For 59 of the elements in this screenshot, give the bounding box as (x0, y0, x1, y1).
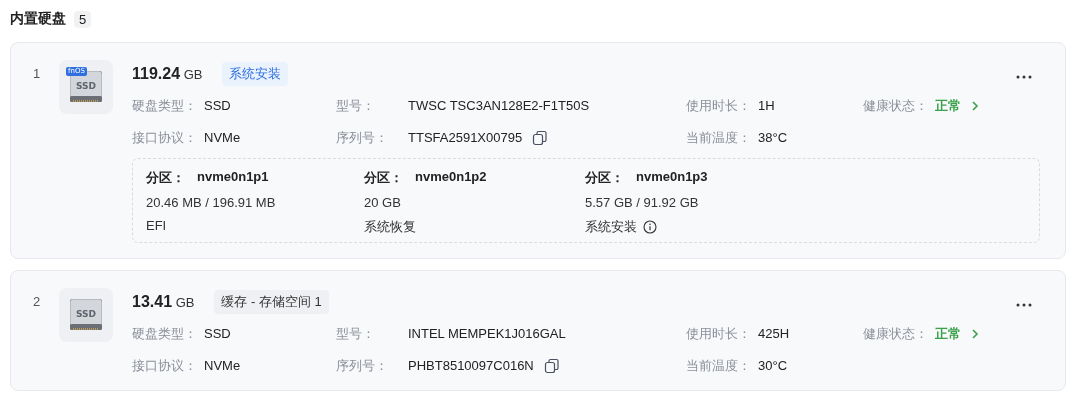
disk-count: 5 (74, 10, 92, 28)
partition-name: nvme0n1p2 (415, 169, 487, 186)
disk-tag: 系统安装 (222, 62, 289, 86)
field-value: NVMe (204, 358, 241, 373)
partition-purpose: EFI (146, 218, 167, 233)
field-label: 使用时长： (686, 324, 752, 343)
field-label: 当前温度： (686, 128, 752, 147)
field-label: 硬盘类型： (132, 96, 198, 115)
copy-icon[interactable] (532, 129, 549, 146)
chevron-right-icon[interactable] (971, 328, 979, 339)
section-title: 内置硬盘 (10, 10, 66, 28)
partition-label: 分区： (146, 169, 185, 187)
partition-usage: 20.46 MB / 196.91 MB (146, 195, 277, 210)
partition-usage: 5.57 GB / 91.92 GB (585, 195, 700, 210)
disk-size: 13.41 GB (132, 293, 195, 311)
partition-name: nvme0n1p1 (197, 169, 269, 186)
field-value: SSD (204, 98, 231, 113)
field-label: 接口协议： (132, 128, 198, 147)
field-label: 健康状态： (863, 96, 929, 115)
partition-purpose: 系统恢复 (364, 218, 416, 236)
drive-label: SSD (75, 309, 97, 319)
disk-size: 119.24 GB (132, 65, 203, 83)
disk-index: 1 (32, 65, 42, 81)
info-icon[interactable] (643, 220, 657, 234)
copy-icon[interactable] (543, 357, 560, 374)
more-icon[interactable] (1016, 303, 1032, 307)
disk-tag: 缓存 - 存储空间 1 (214, 290, 329, 314)
drive-icon (70, 71, 102, 103)
drive-label: SSD (75, 81, 97, 91)
disk-index: 2 (32, 293, 42, 309)
drive-icon (70, 299, 102, 331)
field-value: NVMe (204, 130, 241, 145)
field-label: 序列号： (336, 356, 389, 375)
partition-usage: 20 GB (364, 195, 402, 210)
field-label: 序列号： (336, 128, 389, 147)
field-value: PHBT8510097C016N (408, 358, 534, 373)
field-label: 型号： (336, 96, 376, 115)
health-status: 正常 (935, 324, 961, 343)
partition-label: 分区： (364, 169, 403, 187)
field-label: 接口协议： (132, 356, 198, 375)
field-label: 使用时长： (686, 96, 752, 115)
health-status: 正常 (935, 96, 961, 115)
partition-name: nvme0n1p3 (636, 169, 708, 186)
field-label: 型号： (336, 324, 376, 343)
field-label: 当前温度： (686, 356, 752, 375)
field-value: 38°C (758, 130, 788, 145)
partition-label: 分区： (585, 169, 624, 187)
field-value: 425H (758, 326, 790, 341)
field-label: 硬盘类型： (132, 324, 198, 343)
field-label: 健康状态： (863, 324, 929, 343)
chevron-right-icon[interactable] (971, 100, 979, 111)
field-value: INTEL MEMPEK1J016GAL (408, 326, 566, 341)
more-icon[interactable] (1016, 75, 1032, 79)
field-value: 30°C (758, 358, 788, 373)
field-value: TWSC TSC3AN128E2-F1T50S (408, 98, 590, 113)
field-value: SSD (204, 326, 231, 341)
partition-purpose: 系统安装 (585, 218, 637, 236)
field-value: 1H (758, 98, 775, 113)
field-value: TTSFA2591X00795 (408, 130, 523, 145)
